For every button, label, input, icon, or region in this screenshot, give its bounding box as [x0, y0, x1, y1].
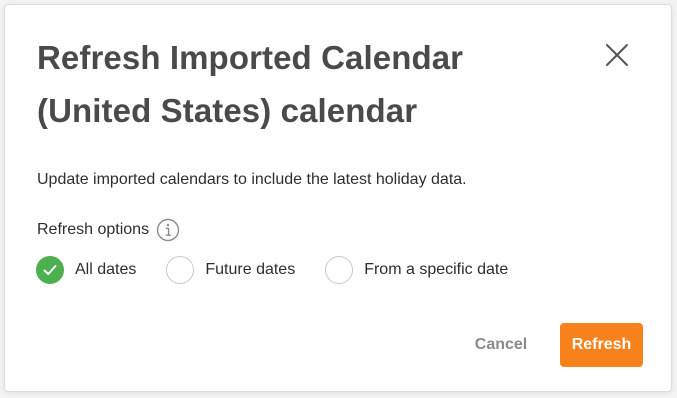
radio-label-specific-date: From a specific date	[364, 261, 509, 278]
checkmark-icon	[43, 265, 57, 275]
radio-all-dates[interactable]: All dates	[36, 256, 136, 284]
refresh-options-label: Refresh options	[37, 221, 150, 238]
refresh-calendar-dialog: Refresh Imported Calendar (United States…	[4, 4, 672, 392]
refresh-options-radio-group: All dates Future dates From a specific d…	[36, 255, 508, 285]
radio-label-future-dates: Future dates	[205, 261, 296, 278]
close-button[interactable]	[601, 39, 633, 71]
radio-specific-date[interactable]: From a specific date	[325, 256, 508, 284]
refresh-options-header: Refresh options	[37, 217, 180, 243]
radio-unchecked-indicator[interactable]	[325, 256, 354, 284]
dialog-description: Update imported calendars to include the…	[37, 171, 467, 188]
info-icon[interactable]	[156, 218, 180, 242]
radio-label-all-dates: All dates	[75, 261, 137, 278]
refresh-button[interactable]: Refresh	[560, 323, 643, 367]
cancel-button[interactable]: Cancel	[463, 323, 539, 367]
dialog-title: Refresh Imported Calendar (United States…	[37, 39, 464, 129]
radio-unchecked-indicator[interactable]	[166, 256, 195, 284]
radio-checked-indicator[interactable]	[36, 256, 64, 284]
close-icon	[606, 44, 628, 66]
radio-future-dates[interactable]: Future dates	[166, 256, 295, 284]
